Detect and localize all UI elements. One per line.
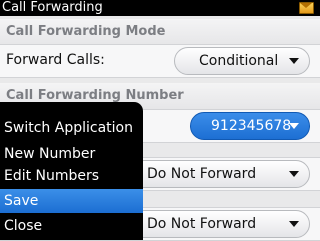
chevron-down-icon bbox=[289, 171, 299, 177]
mode-section-header: Call Forwarding Mode bbox=[0, 19, 320, 45]
forward-option-value-1: Do Not Forward bbox=[147, 166, 257, 182]
forward-option-dropdown-1[interactable]: Do Not Forward bbox=[130, 160, 310, 188]
number-value: 912345678 bbox=[211, 118, 292, 134]
forward-calls-label: Forward Calls: bbox=[6, 52, 105, 68]
envelope-icon bbox=[299, 2, 314, 14]
forward-calls-dropdown[interactable]: Conditional bbox=[174, 47, 310, 75]
popup-menu: Switch Application New Number Edit Numbe… bbox=[0, 102, 143, 240]
chevron-down-icon bbox=[289, 58, 299, 64]
menu-item-switch-application[interactable]: Switch Application bbox=[0, 116, 143, 140]
title-bar: Call Forwarding bbox=[0, 0, 320, 16]
forward-calls-value: Conditional bbox=[199, 53, 279, 69]
forward-option-dropdown-2[interactable]: Do Not Forward bbox=[130, 210, 310, 238]
menu-item-edit-numbers[interactable]: Edit Numbers bbox=[0, 164, 143, 188]
forward-option-value-2: Do Not Forward bbox=[147, 216, 257, 232]
number-dropdown[interactable]: 912345678 bbox=[190, 112, 310, 140]
menu-item-close[interactable]: Close bbox=[0, 214, 143, 238]
chevron-down-icon bbox=[289, 221, 299, 227]
forward-calls-row: Forward Calls: Conditional bbox=[0, 44, 320, 78]
chevron-down-icon bbox=[289, 123, 299, 129]
menu-item-new-number[interactable]: New Number bbox=[0, 142, 143, 166]
window-title: Call Forwarding bbox=[2, 0, 103, 15]
menu-item-save[interactable]: Save bbox=[0, 189, 143, 213]
